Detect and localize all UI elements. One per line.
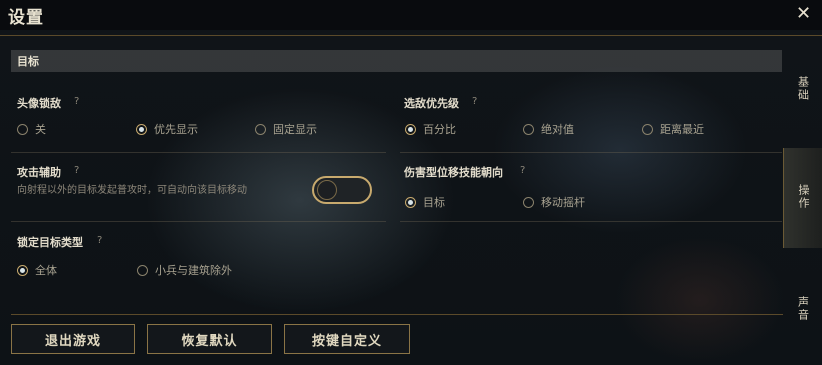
option-label: 全体: [35, 264, 57, 277]
option-label: 小兵与建筑除外: [155, 264, 232, 277]
tab-controls-label: 操作: [797, 184, 810, 210]
champion-lock-fixed-option[interactable]: 固定显示: [255, 121, 317, 137]
lock-target-all-option[interactable]: 全体: [17, 262, 57, 278]
target-priority-absolute-option[interactable]: 绝对值: [523, 121, 574, 137]
footer-divider: [11, 314, 783, 315]
champion-lock-help-icon[interactable]: ?: [74, 96, 79, 107]
attack-assist-toggle[interactable]: [312, 176, 372, 204]
target-priority-label: 选敌优先级: [404, 97, 459, 110]
tab-sound-label: 声音: [796, 296, 810, 322]
damage-skill-direction-help-icon[interactable]: ?: [520, 165, 525, 176]
radio-icon: [17, 123, 28, 135]
radio-icon: [523, 196, 534, 208]
lock-target-exclude-option[interactable]: 小兵与建筑除外: [137, 262, 232, 278]
lock-target-type-help-icon[interactable]: ?: [97, 235, 102, 246]
restore-default-button[interactable]: 恢复默认: [147, 324, 272, 354]
title-bar: 设置 ✕: [0, 0, 822, 30]
option-label: 移动摇杆: [541, 196, 585, 209]
radio-icon: [137, 264, 148, 276]
attack-assist-description: 向射程以外的目标发起普攻时，可自动向该目标移动: [17, 185, 247, 196]
attack-assist-label: 攻击辅助: [17, 166, 61, 179]
radio-selected-icon: [405, 196, 416, 208]
radio-icon: [523, 123, 534, 135]
option-label: 目标: [423, 196, 445, 209]
divider: [400, 152, 782, 153]
title-divider: [0, 35, 822, 36]
option-label: 关: [35, 123, 46, 136]
lock-target-type-label: 锁定目标类型: [17, 236, 83, 249]
damage-skill-direction-label: 伤害型位移技能朝向: [404, 166, 503, 179]
damage-skill-target-option[interactable]: 目标: [405, 194, 445, 210]
divider: [11, 221, 386, 222]
option-label: 固定显示: [273, 123, 317, 136]
toggle-knob: [317, 180, 337, 200]
divider: [11, 152, 386, 153]
target-priority-help-icon[interactable]: ?: [472, 96, 477, 107]
option-label: 距离最近: [660, 123, 704, 136]
champion-lock-priority-option[interactable]: 优先显示: [136, 121, 198, 137]
target-priority-percent-option[interactable]: 百分比: [405, 121, 456, 137]
section-title: 目标: [17, 55, 39, 68]
divider: [400, 221, 782, 222]
window-title: 设置: [8, 8, 44, 28]
radio-selected-icon: [136, 123, 147, 135]
tab-basic[interactable]: 基础: [783, 76, 822, 136]
radio-selected-icon: [405, 123, 416, 135]
key-binding-button[interactable]: 按键自定义: [284, 324, 410, 354]
section-header: 目标: [11, 50, 782, 72]
target-priority-nearest-option[interactable]: 距离最近: [642, 121, 704, 137]
champion-lock-off-option[interactable]: 关: [17, 121, 46, 137]
attack-assist-help-icon[interactable]: ?: [74, 165, 79, 176]
exit-game-button[interactable]: 退出游戏: [11, 324, 135, 354]
tab-sound[interactable]: 声音: [783, 296, 822, 346]
side-tabs: 基础 操作 声音: [783, 36, 822, 365]
option-label: 百分比: [423, 123, 456, 136]
damage-skill-joystick-option[interactable]: 移动摇杆: [523, 194, 585, 210]
tab-controls[interactable]: 操作: [783, 148, 822, 248]
radio-selected-icon: [17, 264, 28, 276]
champion-lock-label: 头像锁敌: [17, 97, 61, 110]
radio-icon: [642, 123, 653, 135]
close-icon[interactable]: ✕: [796, 3, 811, 24]
tab-basic-label: 基础: [796, 76, 810, 102]
radio-icon: [255, 123, 266, 135]
option-label: 优先显示: [154, 123, 198, 136]
option-label: 绝对值: [541, 123, 574, 136]
